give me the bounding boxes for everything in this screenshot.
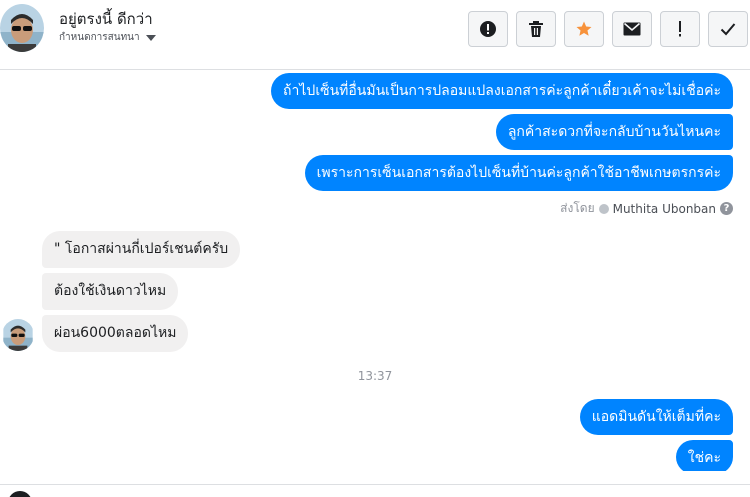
- message-thread[interactable]: ถ้าไปเซ็นที่อื่นมันเป็นการปลอมแปลงเอกสาร…: [0, 71, 750, 471]
- star-button[interactable]: [564, 11, 604, 47]
- envelope-icon: [623, 22, 641, 36]
- outgoing-message[interactable]: ใช่คะ: [675, 440, 733, 471]
- sender-avatar[interactable]: [2, 319, 34, 351]
- check-icon: [720, 23, 736, 36]
- composer-avatar: [8, 491, 32, 497]
- sent-by-indicator: ส่งโดย Muthita Ubonban ?: [560, 199, 733, 218]
- contact-avatar[interactable]: [0, 4, 44, 52]
- trash-icon: [529, 21, 543, 37]
- outgoing-message[interactable]: เพราะการเซ็นเอกสารต้องไปเซ็นที่บ้านค่ะลู…: [304, 155, 733, 191]
- delete-button[interactable]: [516, 11, 556, 47]
- outgoing-message[interactable]: แอดมินดันให้เต็มที่คะ: [579, 399, 733, 435]
- follow-up-button[interactable]: [660, 11, 700, 47]
- header-actions: [468, 11, 748, 47]
- incoming-message[interactable]: " โอกาสผ่านกี่เปอร์เชนต์ครับ: [42, 231, 241, 268]
- outgoing-message[interactable]: ลูกค้าสะดวกที่จะกลับบ้านวันไหนคะ: [495, 114, 733, 150]
- exclamation-icon: [679, 21, 681, 37]
- sender-name: Muthita Ubonban: [612, 201, 716, 216]
- mark-unread-button[interactable]: [612, 11, 652, 47]
- verified-icon: [598, 203, 609, 214]
- done-button[interactable]: [708, 11, 748, 47]
- incoming-message[interactable]: ต้องใช้เงินดาวไหม: [42, 273, 179, 310]
- outgoing-message[interactable]: ถ้าไปเซ็นที่อื่นมันเป็นการปลอมแปลงเอกสาร…: [271, 73, 733, 109]
- conversation-settings-label: กำหนดการสนทนา: [59, 32, 140, 43]
- alert-circle-icon: [480, 21, 496, 37]
- spam-button[interactable]: [468, 11, 508, 47]
- contact-name[interactable]: อยู่ตรงนี้ ดีกว่า: [59, 7, 153, 31]
- sent-by-label: ส่งโดย: [560, 201, 595, 215]
- star-icon: [576, 21, 592, 36]
- incoming-message[interactable]: ผ่อน6000ตลอดไหม: [42, 315, 189, 352]
- message-timestamp: 13:37: [357, 369, 393, 383]
- message-composer[interactable]: [0, 484, 750, 497]
- help-icon[interactable]: ?: [720, 202, 733, 215]
- conversation-settings-dropdown[interactable]: กำหนดการสนทนา: [59, 30, 156, 45]
- caret-down-icon: [145, 34, 156, 41]
- conversation-header: อยู่ตรงนี้ ดีกว่า กำหนดการสนทนา: [0, 0, 750, 70]
